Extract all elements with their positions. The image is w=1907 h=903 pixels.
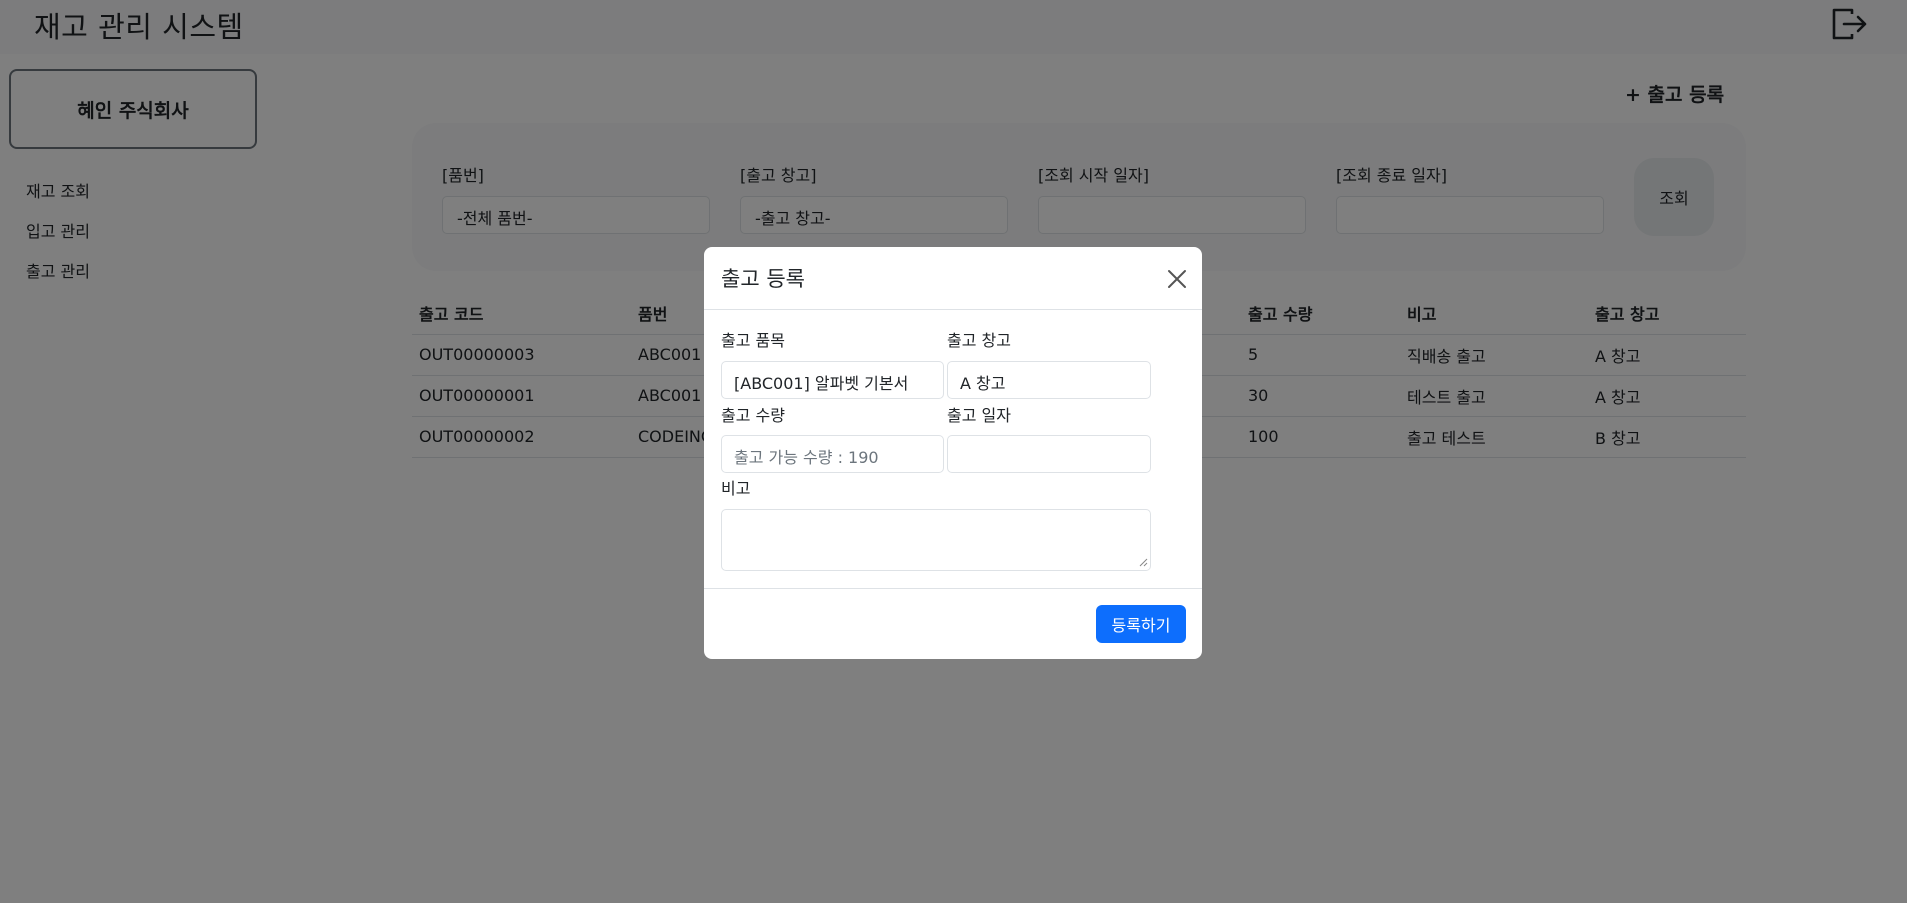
warehouse-select[interactable]: A 창고	[947, 361, 1151, 399]
date-label: 출고 일자	[947, 406, 1011, 425]
qty-label: 출고 수량	[721, 406, 785, 425]
item-label: 출고 품목	[721, 331, 785, 350]
outbound-register-modal: 출고 등록 출고 품목 [ABC001] 알파벳 기본서 출고 창고 A 창고 …	[704, 247, 1202, 659]
note-label: 비고	[721, 479, 751, 498]
modal-header: 출고 등록	[704, 247, 1202, 310]
date-input[interactable]	[947, 435, 1151, 473]
close-icon[interactable]	[1166, 268, 1188, 290]
item-select[interactable]: [ABC001] 알파벳 기본서	[721, 361, 944, 399]
note-textarea[interactable]	[721, 509, 1151, 571]
resize-handle-icon[interactable]	[1138, 557, 1148, 567]
qty-input[interactable]: 출고 가능 수량 : 190	[721, 435, 944, 473]
modal-title: 출고 등록	[721, 267, 805, 291]
warehouse-label: 출고 창고	[947, 331, 1011, 350]
modal-footer-divider	[704, 588, 1202, 589]
submit-button[interactable]: 등록하기	[1096, 605, 1186, 643]
